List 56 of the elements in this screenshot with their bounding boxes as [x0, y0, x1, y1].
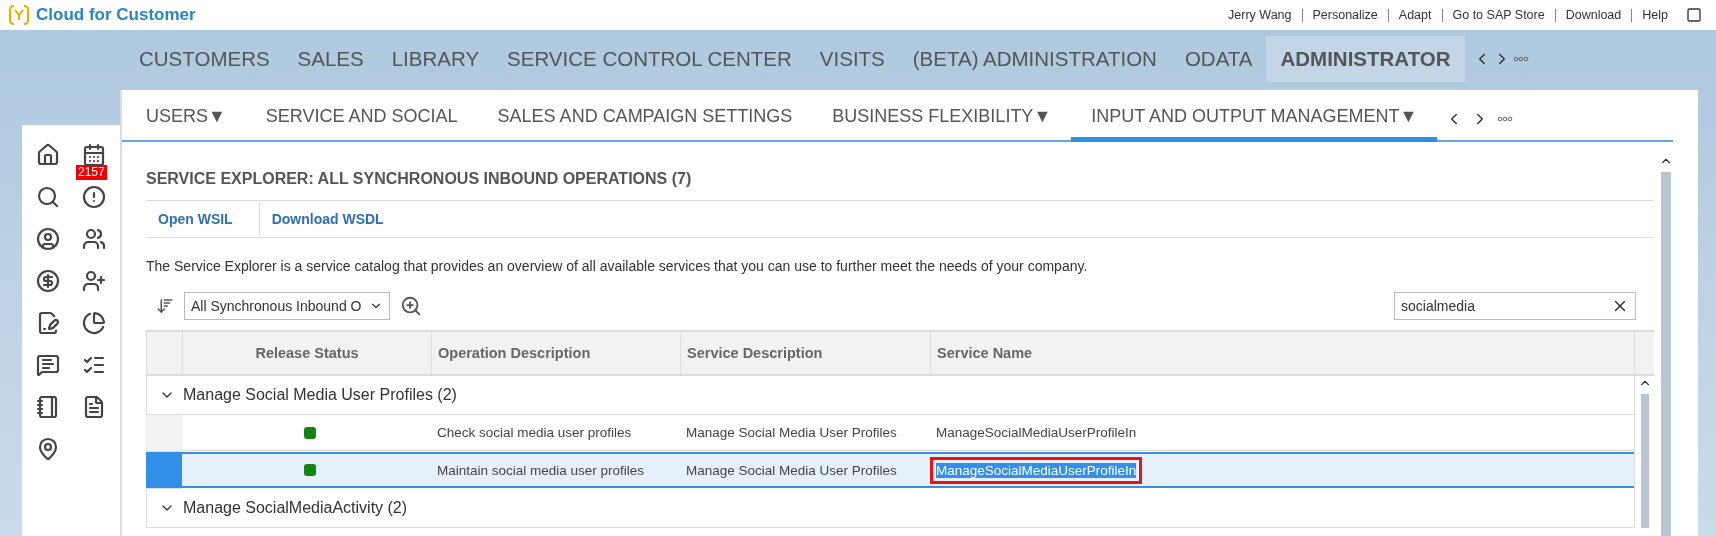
calendar-icon[interactable]	[82, 143, 106, 167]
column-header[interactable]: Operation Description	[431, 330, 680, 376]
main-tab[interactable]: LIBRARY	[377, 36, 494, 82]
chart-icon[interactable]	[82, 311, 106, 335]
group-title: Manage SocialMediaActivity (2)	[183, 499, 408, 517]
map-pin-icon[interactable]	[36, 437, 60, 461]
group-title: Manage Social Media User Profiles (2)	[183, 386, 457, 404]
sub-tab[interactable]: INPUT AND OUTPUT MANAGEMENT▼	[1071, 106, 1438, 142]
header-link[interactable]: Jerry Wang	[1218, 8, 1302, 22]
scrollbar-thumb[interactable]	[1640, 394, 1649, 528]
search-icon[interactable]	[36, 185, 60, 209]
header-link[interactable]: Download	[1554, 8, 1632, 22]
dollar-icon[interactable]	[36, 269, 60, 293]
alert-icon[interactable]	[82, 185, 106, 209]
home-icon[interactable]	[36, 143, 60, 167]
more-icon[interactable]	[1512, 56, 1529, 62]
column-header[interactable]: Service Description	[680, 330, 930, 376]
column-header[interactable]: Release Status	[182, 330, 431, 376]
table-cell: Maintain social media user profiles	[431, 452, 680, 488]
main-tab[interactable]: CUSTOMERS	[125, 36, 284, 82]
toolbar-link[interactable]: Open WSIL	[146, 202, 260, 236]
document-edit-icon[interactable]	[36, 311, 60, 335]
column-header[interactable]: Service Name	[930, 330, 1634, 376]
header-link[interactable]: Go to SAP Store	[1441, 8, 1555, 22]
sub-tab[interactable]: BUSINESS FLEXIBILITY▼	[812, 106, 1072, 142]
app-title: Cloud for Customer	[36, 5, 196, 25]
notification-badge: 2157	[76, 165, 107, 180]
service-name: ManageSocialMediaUserProfileIn	[936, 425, 1137, 440]
zoom-icon[interactable]	[400, 295, 423, 317]
header-cell	[146, 330, 182, 376]
search-field[interactable]: socialmedia	[1394, 292, 1636, 320]
main-tab[interactable]: ADMINISTRATOR	[1266, 36, 1465, 82]
page-title: SERVICE EXPLORER: ALL SYNCHRONOUS INBOUND OPERATIONS (7)	[146, 142, 1654, 201]
main-tab[interactable]: SALES	[283, 36, 378, 82]
notebook-icon[interactable]	[36, 395, 60, 419]
description-text: The Service Explorer is a service catalog that provides an overview of all available services that you can use to further meet the needs of your company.	[146, 257, 1089, 274]
more-icon[interactable]	[1497, 116, 1514, 122]
main-tab[interactable]: SERVICE CONTROL CENTER	[493, 36, 806, 82]
sort-icon[interactable]	[156, 297, 174, 315]
header-link[interactable]: Help	[1631, 8, 1678, 22]
filter-dropdown[interactable]: All Synchronous Inbound O	[184, 292, 391, 320]
logo-icon	[8, 4, 30, 26]
sub-tab[interactable]: SALES AND CAMPAIGN SETTINGS	[477, 106, 813, 142]
user-icon[interactable]	[36, 227, 60, 251]
header-link[interactable]: Adapt	[1387, 8, 1442, 22]
sub-tab[interactable]: SERVICE AND SOCIAL	[245, 106, 478, 142]
scrollbar-thumb[interactable]	[1661, 172, 1671, 536]
main-tab[interactable]: VISITS	[805, 36, 899, 82]
window-icon[interactable]	[1686, 7, 1702, 23]
toolbar-link[interactable]: Download WSDL	[259, 202, 410, 236]
group-row[interactable]: Manage SocialMediaActivity (2)	[146, 489, 1634, 528]
main-tab[interactable]: (BETA) ADMINISTRATION	[898, 36, 1171, 82]
table-cell: Manage Social Media User Profiles	[680, 452, 930, 488]
main-tab[interactable]: ODATA	[1170, 36, 1267, 82]
header-link[interactable]: Personalize	[1301, 8, 1388, 22]
sub-tab[interactable]: USERS▼	[146, 106, 246, 142]
